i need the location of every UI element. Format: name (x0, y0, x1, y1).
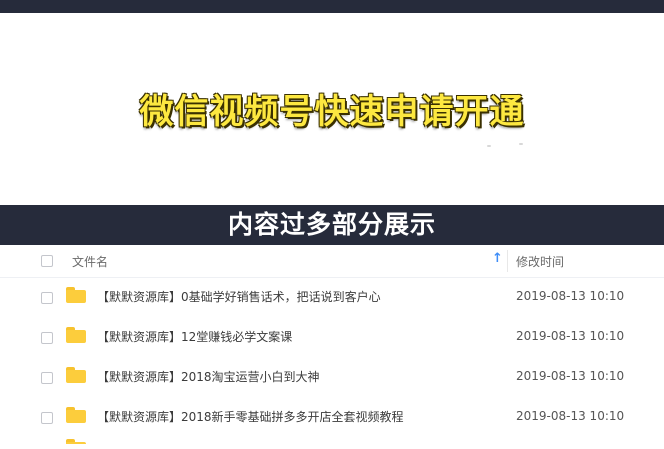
select-all-checkbox[interactable] (41, 255, 53, 267)
row-checkbox[interactable] (41, 332, 53, 344)
file-list-header: 文件名 ↑ 修改时间 (0, 245, 664, 278)
file-modified-time: 2019-08-13 10:10 (516, 289, 625, 303)
sort-ascending-icon[interactable]: ↑ (492, 251, 503, 266)
file-row-partial (0, 438, 664, 444)
folder-icon (66, 367, 86, 383)
file-name-link[interactable]: 【默默资源库】12堂赚钱必学文案课 (97, 328, 292, 345)
decorative-speck (487, 145, 491, 147)
file-row[interactable]: 【默默资源库】12堂赚钱必学文案课 2019-08-13 10:10 (0, 318, 664, 358)
file-row[interactable]: 【默默资源库】2018新手零基础拼多多开店全套视频教程 2019-08-13 1… (0, 398, 664, 438)
file-modified-time: 2019-08-13 10:10 (516, 329, 625, 343)
file-row[interactable]: 【默默资源库】0基础学好销售话术，把话说到客户心 2019-08-13 10:1… (0, 278, 664, 318)
folder-icon (66, 439, 86, 444)
file-name-link[interactable]: 【默默资源库】2018新手零基础拼多多开店全套视频教程 (97, 408, 404, 425)
folder-icon (66, 287, 86, 303)
column-divider[interactable] (507, 250, 508, 272)
section-banner: 内容过多部分展示 (0, 205, 664, 245)
file-name-link[interactable]: 【默默资源库】0基础学好销售话术，把话说到客户心 (97, 288, 381, 305)
file-name-link[interactable]: 【默默资源库】2018淘宝运营小白到大神 (97, 368, 320, 385)
column-header-modified-time[interactable]: 修改时间 (516, 253, 564, 270)
row-checkbox[interactable] (41, 372, 53, 384)
page-headline: 微信视频号快速申请开通 (139, 92, 525, 132)
file-modified-time: 2019-08-13 10:10 (516, 409, 625, 423)
folder-icon (66, 327, 86, 343)
file-list: 文件名 ↑ 修改时间 【默默资源库】0基础学好销售话术，把话说到客户心 2019… (0, 245, 664, 444)
file-modified-time: 2019-08-13 10:10 (516, 369, 625, 383)
column-header-filename[interactable]: 文件名 (72, 253, 108, 270)
row-checkbox[interactable] (41, 412, 53, 424)
file-row[interactable]: 【默默资源库】2018淘宝运营小白到大神 2019-08-13 10:10 (0, 358, 664, 398)
folder-icon (66, 407, 86, 423)
decorative-speck (519, 143, 523, 145)
top-dark-bar (0, 0, 664, 13)
row-checkbox[interactable] (41, 292, 53, 304)
